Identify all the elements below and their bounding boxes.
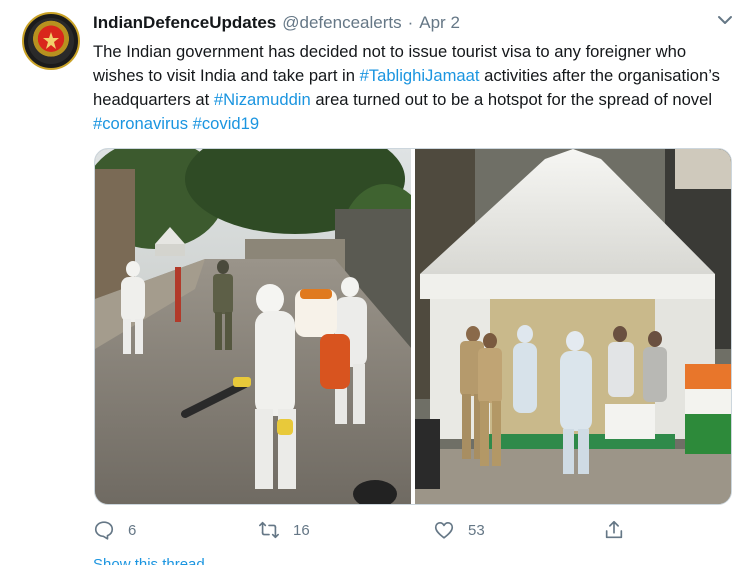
tweet-actions: 6 16 53 xyxy=(93,519,638,545)
share-button[interactable] xyxy=(603,519,625,541)
tweet-card[interactable]: IndianDefenceUpdates @defencealerts · Ap… xyxy=(0,0,750,565)
media-photo-medical-tent[interactable] xyxy=(414,149,731,504)
reply-button[interactable]: 6 xyxy=(93,519,136,541)
hashtag-link[interactable]: #TablighiJamaat xyxy=(360,66,480,85)
avatar-emblem-icon xyxy=(28,18,74,64)
tweet-text: The Indian government has decided not to… xyxy=(93,40,738,136)
like-count: 53 xyxy=(468,521,485,539)
avatar[interactable] xyxy=(22,12,80,70)
media-photo-street-sanitization[interactable] xyxy=(95,149,411,504)
tweet-media[interactable] xyxy=(94,148,732,505)
tweet-date[interactable]: Apr 2 xyxy=(419,13,460,33)
separator-dot: · xyxy=(407,13,414,32)
author-name[interactable]: IndianDefenceUpdates xyxy=(93,13,276,33)
like-button[interactable]: 53 xyxy=(433,519,485,541)
tweet-text-segment: area turned out to be a hotspot for the … xyxy=(310,90,713,109)
tweet-header: IndianDefenceUpdates @defencealerts · Ap… xyxy=(93,13,460,35)
hashtag-link[interactable]: #Nizamuddin xyxy=(214,90,311,109)
heart-icon xyxy=(434,522,454,539)
retweet-button[interactable]: 16 xyxy=(258,519,310,541)
chevron-down-icon[interactable] xyxy=(716,12,734,28)
reply-count: 6 xyxy=(128,521,137,539)
hashtag-link[interactable]: #covid19 xyxy=(193,114,259,133)
retweet-arrows-icon xyxy=(259,521,279,539)
show-thread-link[interactable]: Show this thread xyxy=(93,556,205,565)
author-handle[interactable]: @defencealerts xyxy=(282,13,401,33)
retweet-count: 16 xyxy=(293,521,310,539)
share-upload-icon xyxy=(605,520,623,539)
speech-bubble-icon xyxy=(94,521,114,540)
hashtag-link[interactable]: #coronavirus xyxy=(93,114,188,133)
